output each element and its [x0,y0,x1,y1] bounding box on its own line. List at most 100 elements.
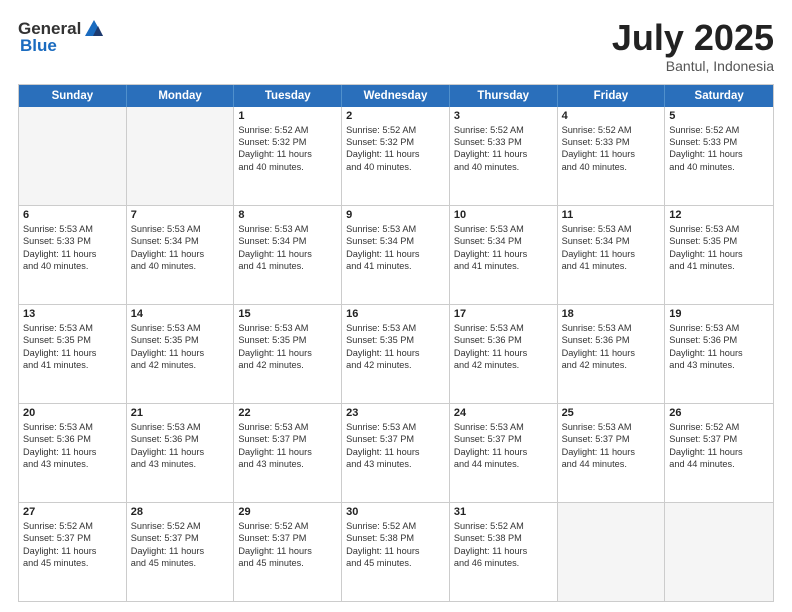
day-info-line: Sunrise: 5:53 AM [131,322,230,334]
day-info-line: Sunrise: 5:53 AM [454,322,553,334]
calendar-day: 26Sunrise: 5:52 AMSunset: 5:37 PMDayligh… [665,404,773,502]
day-info-line: Sunset: 5:33 PM [23,235,122,247]
day-info-line: and 44 minutes. [562,458,661,470]
day-info-line: and 41 minutes. [454,260,553,272]
day-info-line: and 42 minutes. [454,359,553,371]
day-info-line: and 40 minutes. [238,161,337,173]
day-info-line: Sunrise: 5:53 AM [562,322,661,334]
day-info-line: Sunset: 5:34 PM [454,235,553,247]
day-info-line: and 42 minutes. [346,359,445,371]
day-number: 18 [562,308,661,320]
calendar-day-empty [127,107,235,205]
calendar-week: 6Sunrise: 5:53 AMSunset: 5:33 PMDaylight… [19,206,773,305]
calendar-day-empty [19,107,127,205]
day-info-line: Sunrise: 5:52 AM [669,421,769,433]
day-info-line: Daylight: 11 hours [131,446,230,458]
day-info-line: Sunrise: 5:53 AM [454,421,553,433]
day-number: 27 [23,506,122,518]
calendar-body: 1Sunrise: 5:52 AMSunset: 5:32 PMDaylight… [19,107,773,601]
day-info-line: Sunrise: 5:52 AM [346,520,445,532]
location: Bantul, Indonesia [612,58,774,74]
calendar-day: 7Sunrise: 5:53 AMSunset: 5:34 PMDaylight… [127,206,235,304]
day-number: 10 [454,209,553,221]
day-info-line: Sunrise: 5:52 AM [23,520,122,532]
day-info-line: Daylight: 11 hours [346,148,445,160]
day-number: 14 [131,308,230,320]
day-info-line: Sunrise: 5:52 AM [346,124,445,136]
day-info-line: Sunset: 5:34 PM [562,235,661,247]
weekday-header: Saturday [665,85,773,107]
calendar-day: 28Sunrise: 5:52 AMSunset: 5:37 PMDayligh… [127,503,235,601]
day-info-line: and 40 minutes. [669,161,769,173]
day-info-line: Daylight: 11 hours [238,148,337,160]
weekday-header: Friday [558,85,666,107]
day-number: 2 [346,110,445,122]
day-info-line: Daylight: 11 hours [562,446,661,458]
day-number: 23 [346,407,445,419]
day-info-line: Sunset: 5:37 PM [131,532,230,544]
day-info-line: Sunrise: 5:53 AM [23,322,122,334]
day-info-line: Sunrise: 5:53 AM [238,421,337,433]
day-number: 4 [562,110,661,122]
day-info-line: Sunset: 5:36 PM [562,334,661,346]
calendar-day: 5Sunrise: 5:52 AMSunset: 5:33 PMDaylight… [665,107,773,205]
day-info-line: Sunset: 5:36 PM [131,433,230,445]
day-info-line: Daylight: 11 hours [669,248,769,260]
day-info-line: Daylight: 11 hours [346,446,445,458]
day-number: 15 [238,308,337,320]
day-info-line: Sunset: 5:37 PM [346,433,445,445]
day-info-line: Sunset: 5:37 PM [454,433,553,445]
day-info-line: Daylight: 11 hours [562,248,661,260]
calendar-day: 13Sunrise: 5:53 AMSunset: 5:35 PMDayligh… [19,305,127,403]
day-info-line: Daylight: 11 hours [669,446,769,458]
day-info-line: and 40 minutes. [346,161,445,173]
day-info-line: Daylight: 11 hours [669,148,769,160]
day-info-line: Sunrise: 5:53 AM [346,322,445,334]
day-info-line: Daylight: 11 hours [346,347,445,359]
day-info-line: and 42 minutes. [238,359,337,371]
calendar-week: 13Sunrise: 5:53 AMSunset: 5:35 PMDayligh… [19,305,773,404]
day-info-line: Daylight: 11 hours [454,148,553,160]
day-info-line: Sunset: 5:34 PM [238,235,337,247]
day-info-line: and 41 minutes. [562,260,661,272]
day-info-line: Sunset: 5:37 PM [669,433,769,445]
day-info-line: and 45 minutes. [238,557,337,569]
day-info-line: Sunset: 5:33 PM [669,136,769,148]
day-info-line: Sunrise: 5:53 AM [238,322,337,334]
day-number: 8 [238,209,337,221]
day-info-line: and 41 minutes. [346,260,445,272]
calendar-day-empty [558,503,666,601]
day-info-line: Sunset: 5:32 PM [238,136,337,148]
day-info-line: Daylight: 11 hours [23,248,122,260]
calendar-day: 14Sunrise: 5:53 AMSunset: 5:35 PMDayligh… [127,305,235,403]
calendar-day: 11Sunrise: 5:53 AMSunset: 5:34 PMDayligh… [558,206,666,304]
day-info-line: Sunset: 5:38 PM [346,532,445,544]
day-info-line: Sunset: 5:35 PM [346,334,445,346]
day-info-line: Sunrise: 5:53 AM [23,421,122,433]
title-block: July 2025 Bantul, Indonesia [612,18,774,74]
calendar-day: 27Sunrise: 5:52 AMSunset: 5:37 PMDayligh… [19,503,127,601]
day-info-line: Sunset: 5:35 PM [131,334,230,346]
day-number: 25 [562,407,661,419]
day-info-line: Sunset: 5:37 PM [23,532,122,544]
day-number: 21 [131,407,230,419]
day-info-line: and 43 minutes. [346,458,445,470]
day-info-line: Sunset: 5:35 PM [669,235,769,247]
calendar-day: 24Sunrise: 5:53 AMSunset: 5:37 PMDayligh… [450,404,558,502]
day-info-line: Sunset: 5:36 PM [454,334,553,346]
day-info-line: Sunset: 5:34 PM [346,235,445,247]
day-info-line: Sunrise: 5:52 AM [454,520,553,532]
day-info-line: Daylight: 11 hours [454,545,553,557]
day-number: 12 [669,209,769,221]
page: General Blue July 2025 Bantul, Indonesia… [0,0,792,612]
header: General Blue July 2025 Bantul, Indonesia [18,18,774,74]
day-info-line: Daylight: 11 hours [131,248,230,260]
day-info-line: and 42 minutes. [562,359,661,371]
day-info-line: Sunrise: 5:52 AM [562,124,661,136]
weekday-header: Sunday [19,85,127,107]
day-info-line: Sunrise: 5:52 AM [238,124,337,136]
day-info-line: Daylight: 11 hours [562,347,661,359]
logo-icon [83,18,105,40]
weekday-header: Monday [127,85,235,107]
day-info-line: Sunset: 5:37 PM [562,433,661,445]
